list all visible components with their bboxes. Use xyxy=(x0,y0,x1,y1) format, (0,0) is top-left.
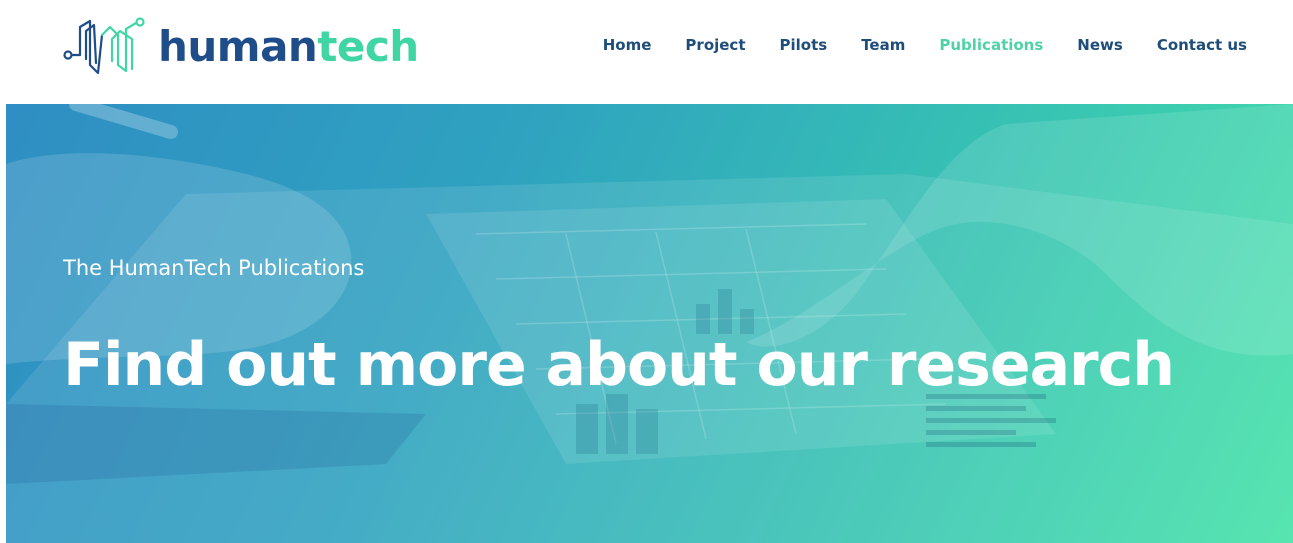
humantech-logo-icon xyxy=(63,17,145,75)
nav-item-publications[interactable]: Publications xyxy=(939,34,1043,56)
brand-name-part2: tech xyxy=(317,22,419,71)
hero-banner: The HumanTech Publications Find out more… xyxy=(6,104,1293,543)
brand-wordmark: humantech xyxy=(158,26,419,68)
nav-item-contact-us[interactable]: Contact us xyxy=(1157,34,1247,56)
hero-background-image xyxy=(6,104,1293,543)
nav-item-news[interactable]: News xyxy=(1077,34,1123,56)
nav-item-team[interactable]: Team xyxy=(861,34,905,56)
main-navigation: Home Project Pilots Team Publications Ne… xyxy=(569,34,1247,56)
nav-item-home[interactable]: Home xyxy=(603,34,652,56)
site-header: humantech Home Project Pilots Team Publi… xyxy=(0,0,1293,104)
hero-kicker: The HumanTech Publications xyxy=(63,256,365,280)
nav-item-pilots[interactable]: Pilots xyxy=(780,34,828,56)
nav-item-project[interactable]: Project xyxy=(685,34,745,56)
site-logo[interactable]: humantech xyxy=(62,12,419,82)
hero-title: Find out more about our research xyxy=(63,330,1175,400)
brand-name-part1: human xyxy=(158,22,318,71)
